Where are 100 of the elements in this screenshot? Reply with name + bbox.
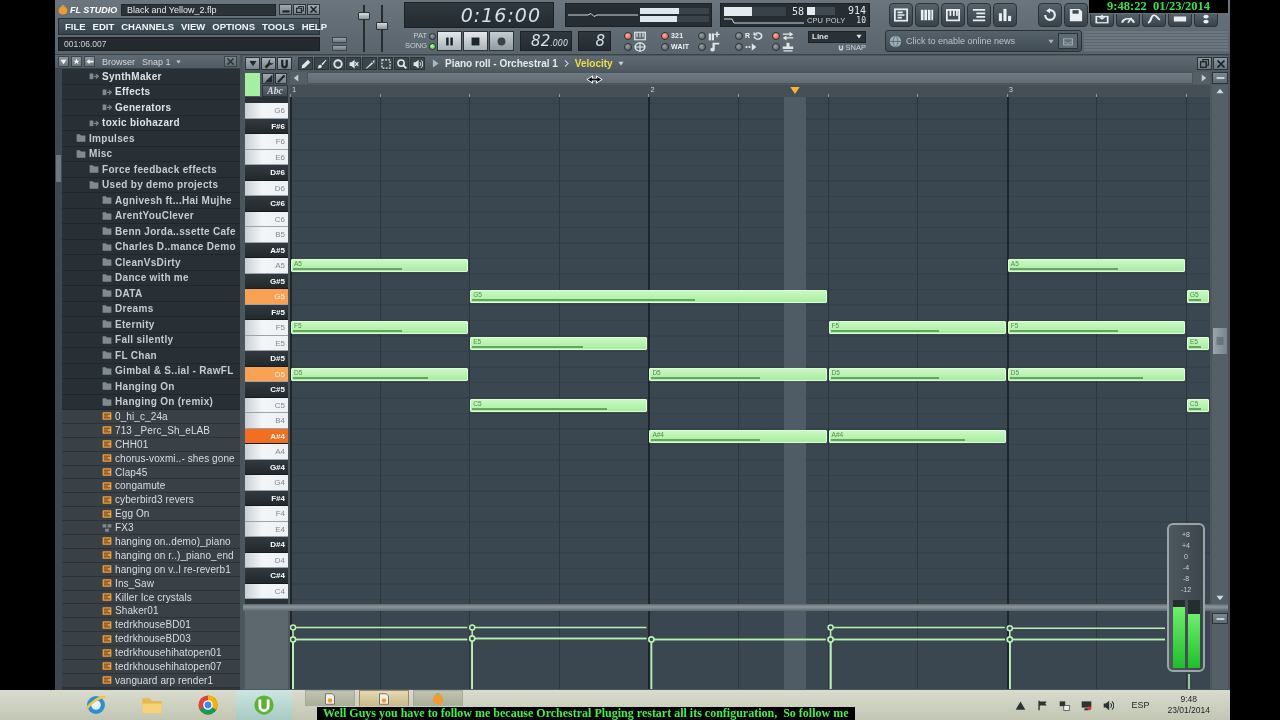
- browser-item[interactable]: Generators: [62, 100, 240, 116]
- restore-button[interactable]: [1197, 57, 1212, 70]
- mute-tool-button[interactable]: [346, 57, 361, 70]
- browser-item[interactable]: cyberbird3 revers: [62, 493, 240, 508]
- note-icon[interactable]: [708, 41, 720, 52]
- toolbar-button[interactable]: [1194, 14, 1218, 27]
- news-button[interactable]: [1058, 33, 1078, 49]
- browser-item[interactable]: Impulses: [62, 131, 240, 147]
- velocity-marker[interactable]: [1006, 624, 1166, 689]
- browser-star-button[interactable]: [71, 56, 82, 67]
- toolbar-button[interactable]: [1090, 14, 1114, 27]
- arrow-up-icon[interactable]: [1216, 88, 1224, 94]
- clock-date[interactable]: 23/01/2014: [1167, 705, 1210, 716]
- sharp-key[interactable]: C#5: [245, 382, 288, 398]
- keys-plus-icon[interactable]: [708, 30, 720, 41]
- arrow-right-icon[interactable]: [1201, 74, 1207, 82]
- pattern-number-display[interactable]: 8: [578, 31, 611, 51]
- mode-radio[interactable]: [429, 32, 436, 40]
- stamp-icon[interactable]: [782, 41, 794, 52]
- browser-menu-button[interactable]: [58, 56, 69, 67]
- tempo-display[interactable]: 82.000: [520, 31, 572, 51]
- snap-button[interactable]: [277, 57, 292, 70]
- browser-item[interactable]: congamute: [62, 479, 240, 494]
- toolbar-button[interactable]: [1064, 3, 1088, 27]
- browser-item[interactable]: FX3: [62, 521, 240, 535]
- monitor-icon[interactable]: [1081, 699, 1093, 711]
- swap-arrows-icon[interactable]: [782, 30, 794, 41]
- panel-toggle-button[interactable]: [332, 45, 347, 51]
- keyboard-icon[interactable]: [634, 30, 646, 41]
- slice-tool-button[interactable]: [362, 57, 377, 70]
- browser-item[interactable]: Agnivesh ft...Hai Mujhe: [62, 193, 240, 209]
- toolbar-button[interactable]: [993, 3, 1017, 27]
- flag-icon[interactable]: [1037, 699, 1049, 711]
- menu-item[interactable]: CHANNELS: [121, 21, 174, 32]
- browser-item[interactable]: Hanging On: [62, 379, 240, 395]
- sharp-key[interactable]: C#4: [245, 568, 288, 584]
- taskbar-window-button[interactable]: [305, 690, 355, 706]
- options-button[interactable]: [245, 57, 260, 70]
- toggle-led[interactable]: [735, 42, 743, 51]
- delete-tool-button[interactable]: [330, 57, 345, 70]
- close-button[interactable]: [307, 4, 320, 15]
- panel-toggle-button[interactable]: [332, 37, 347, 43]
- language-indicator[interactable]: ESP: [1131, 700, 1150, 710]
- draw-tool-button[interactable]: [298, 57, 313, 70]
- close-button[interactable]: [1213, 57, 1228, 70]
- caret-up-icon[interactable]: [1015, 699, 1027, 711]
- browser-item[interactable]: SynthMaker: [62, 69, 240, 85]
- restore-button[interactable]: [293, 4, 306, 15]
- sharp-key[interactable]: D#5: [245, 351, 288, 367]
- taskbar-window-button[interactable]: [359, 690, 409, 706]
- velocity-marker[interactable]: [648, 636, 827, 689]
- toolbar-button[interactable]: [1038, 3, 1062, 27]
- menu-item[interactable]: OPTIONS: [212, 21, 256, 32]
- arrow-left-icon[interactable]: [293, 74, 299, 82]
- browser-item[interactable]: 0_hi_c_24a: [62, 410, 240, 424]
- arrow-down-icon[interactable]: [1216, 595, 1224, 601]
- slider-thumb[interactable]: [376, 21, 388, 30]
- browser-item[interactable]: tedrkhouseBD01: [62, 618, 240, 633]
- vertical-scrollbar[interactable]: [55, 69, 62, 690]
- event-target-label[interactable]: Velocity: [574, 58, 613, 69]
- sharp-key[interactable]: D#4: [245, 537, 288, 553]
- sharp-key[interactable]: D#6: [245, 165, 288, 181]
- stop-button[interactable]: [463, 31, 488, 51]
- close-button[interactable]: [224, 56, 237, 67]
- minimize-button[interactable]: [279, 4, 292, 15]
- browser-item[interactable]: Eternity: [62, 317, 240, 333]
- pause-button[interactable]: [437, 31, 462, 51]
- browser-item[interactable]: Shaker01: [62, 604, 240, 619]
- toggle-led[interactable]: [735, 31, 743, 40]
- toggle-led[interactable]: [772, 31, 780, 40]
- speaker-icon[interactable]: [1103, 699, 1115, 711]
- toolbar-button[interactable]: [889, 3, 913, 27]
- network-icon[interactable]: [1059, 699, 1071, 711]
- browser-item[interactable]: Force feedback effects: [62, 162, 240, 178]
- paint-tool-button[interactable]: [314, 57, 329, 70]
- velocity-marker[interactable]: [827, 624, 1006, 689]
- slider-thumb[interactable]: [358, 11, 370, 20]
- song-marker-icon[interactable]: [790, 87, 801, 94]
- velocity-lane[interactable]: [290, 611, 1210, 689]
- toolbar-button[interactable]: [915, 3, 939, 27]
- scrollbar-thumb[interactable]: [1213, 328, 1227, 354]
- caret-icon[interactable]: [175, 59, 181, 64]
- tools-button[interactable]: [261, 57, 276, 70]
- browser-item[interactable]: hanging on..demo)_piano: [62, 535, 240, 549]
- browser-item[interactable]: DATA: [62, 286, 240, 302]
- browser-item[interactable]: Benn Jorda..ssette Cafe: [62, 224, 240, 240]
- toggle-led[interactable]: [698, 42, 706, 51]
- record-button[interactable]: [489, 31, 514, 51]
- browser-item[interactable]: Egg On: [62, 507, 240, 522]
- caret-icon[interactable]: [1048, 38, 1054, 44]
- browser-item[interactable]: tedrkhousehihatopen01: [62, 646, 240, 661]
- play-icon[interactable]: [432, 59, 439, 68]
- zoom-tool-button[interactable]: [394, 57, 409, 70]
- toolbar-button[interactable]: [1168, 14, 1192, 27]
- pen-button[interactable]: [275, 72, 287, 84]
- scrollbar-thumb[interactable]: [56, 155, 61, 182]
- browser-back-button[interactable]: [84, 56, 95, 67]
- ramp-button[interactable]: [262, 72, 274, 84]
- select-tool-button[interactable]: [378, 57, 393, 70]
- clock-time[interactable]: 9:48: [1180, 694, 1197, 705]
